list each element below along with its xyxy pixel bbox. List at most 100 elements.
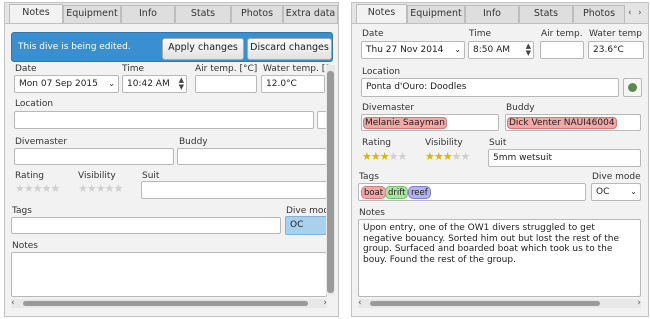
tab-info[interactable]: Info [465,5,519,23]
tags-label: Tags [12,206,32,216]
star-icon[interactable]: ★ [42,182,52,195]
notes-field[interactable] [11,252,327,297]
rating-label: Rating [362,138,392,148]
air-temp-field[interactable] [540,41,584,59]
divemaster-field[interactable]: Melanie Saayman [361,114,499,131]
horizontal-scroll-thumb[interactable] [370,301,600,306]
date-picker[interactable]: Thu 27 Nov 2014 ⌄ [361,41,465,59]
left-tab-bar: Notes Equipment Info Stats Photos Extra … [5,3,338,24]
star-icon[interactable]: ★ [461,150,471,163]
suit-label: Suit [142,171,160,181]
rating-label: Rating [15,171,45,181]
buddy-value: Dick Venter NAUI46004 [507,117,617,129]
location-label: Location [362,67,401,77]
visibility-stars[interactable]: ★★★★★ [78,182,124,195]
location-field[interactable]: Ponta d'Ouro: Doodles [361,78,619,97]
divemaster-label: Divemaster [362,103,415,113]
right-dive-panel: Notes Equipment Info Stats Photos ‹ › Da… [351,2,649,317]
horizontal-scrollbar[interactable]: ‹ › [358,298,641,308]
star-icon[interactable]: ★ [33,182,43,195]
star-icon[interactable]: ★ [398,150,408,163]
tab-stats[interactable]: Stats [175,5,231,23]
tab-stats[interactable]: Stats [519,5,573,23]
star-icon[interactable]: ★ [15,182,25,195]
tab-notes[interactable]: Notes [356,4,407,23]
star-icon[interactable]: ★ [362,150,372,163]
tab-scroll-left-icon[interactable]: ‹ [628,8,632,18]
time-value: 10:42 AM [127,79,170,89]
date-label: Date [15,64,37,74]
notes-field[interactable]: Upon entry, one of the OW1 divers strugg… [358,219,641,297]
visibility-stars[interactable]: ★★★★★ [425,150,471,163]
water-temp-field[interactable]: 12.0°C [261,75,325,93]
suit-field[interactable] [141,181,327,199]
tab-equipment[interactable]: Equipment [63,5,121,23]
star-icon[interactable]: ★ [389,150,399,163]
time-field[interactable]: 10:42 AM ▲ ▼ [122,75,187,93]
dive-mode-select[interactable]: OC ⌄ [591,183,641,201]
dive-mode-label: Dive mode [592,172,641,182]
divemaster-label: Divemaster [15,137,68,147]
star-icon[interactable]: ★ [78,182,88,195]
tag-chip[interactable]: drift [385,186,409,199]
star-icon[interactable]: ★ [443,150,453,163]
water-temp-label: Water temp. [°C] [263,64,331,74]
star-icon[interactable]: ★ [452,150,462,163]
location-field[interactable] [14,111,314,129]
date-value: Thu 27 Nov 2014 [366,45,444,55]
spin-arrows-icon: ▲ ▼ [525,42,531,57]
horizontal-scrollbar[interactable]: ‹ › [11,298,327,308]
tab-photos[interactable]: Photos [573,5,625,23]
scroll-right-icon[interactable]: › [323,298,327,308]
tab-notes[interactable]: Notes [9,4,63,23]
discard-changes-button[interactable]: Discard changes [247,38,332,60]
horizontal-scroll-thumb[interactable] [23,301,308,306]
star-icon[interactable]: ★ [105,182,115,195]
air-temp-field[interactable] [195,75,257,93]
time-field[interactable]: 8:50 AM ▲ ▼ [468,41,534,59]
scroll-right-icon[interactable]: › [637,298,641,308]
date-picker[interactable]: Mon 07 Sep 2015 ⌄ [14,75,119,93]
location-label: Location [15,99,54,109]
rating-stars[interactable]: ★★★★★ [362,150,408,163]
scroll-left-icon[interactable]: ‹ [11,298,15,308]
date-label: Date [362,29,384,39]
star-icon[interactable]: ★ [371,150,381,163]
tab-equipment[interactable]: Equipment [407,5,465,23]
vertical-scroll-thumb[interactable] [327,71,334,293]
rating-stars[interactable]: ★★★★★ [15,182,61,195]
buddy-field[interactable] [177,148,327,165]
apply-changes-button[interactable]: Apply changes [162,38,244,60]
dive-mode-select[interactable]: OC [285,216,327,235]
tags-field[interactable] [11,217,281,234]
notes-label: Notes [12,241,38,251]
edit-banner-message: This dive is being edited. [18,42,131,52]
water-temp-value: 23.6°C [593,45,624,55]
star-icon[interactable]: ★ [380,150,390,163]
water-temp-value: 12.0°C [266,79,297,89]
tag-chip[interactable]: reef [408,186,431,199]
tab-info[interactable]: Info [121,5,175,23]
star-icon[interactable]: ★ [434,150,444,163]
tab-photos[interactable]: Photos [231,5,283,23]
tab-scroll-right-icon[interactable]: › [638,8,642,18]
star-icon[interactable]: ★ [114,182,124,195]
buddy-label: Buddy [506,103,535,113]
divemaster-field[interactable] [14,148,174,165]
star-icon[interactable]: ★ [87,182,97,195]
buddy-field[interactable]: Dick Venter NAUI46004 [505,114,641,131]
tab-extra-data[interactable]: Extra data [283,5,338,23]
air-temp-label: Air temp. [541,29,583,39]
suit-field[interactable]: 5mm wetsuit [488,149,641,167]
star-icon[interactable]: ★ [425,150,435,163]
scroll-left-icon[interactable]: ‹ [358,298,362,308]
tags-field[interactable]: boat drift reef [358,183,586,201]
water-temp-field[interactable]: 23.6°C [588,41,644,59]
globe-icon[interactable] [623,78,642,97]
star-icon[interactable]: ★ [24,182,34,195]
tag-chip[interactable]: boat [361,186,387,199]
star-icon[interactable]: ★ [51,182,61,195]
time-label: Time [469,29,492,39]
vertical-scrollbar[interactable] [326,65,335,295]
star-icon[interactable]: ★ [96,182,106,195]
